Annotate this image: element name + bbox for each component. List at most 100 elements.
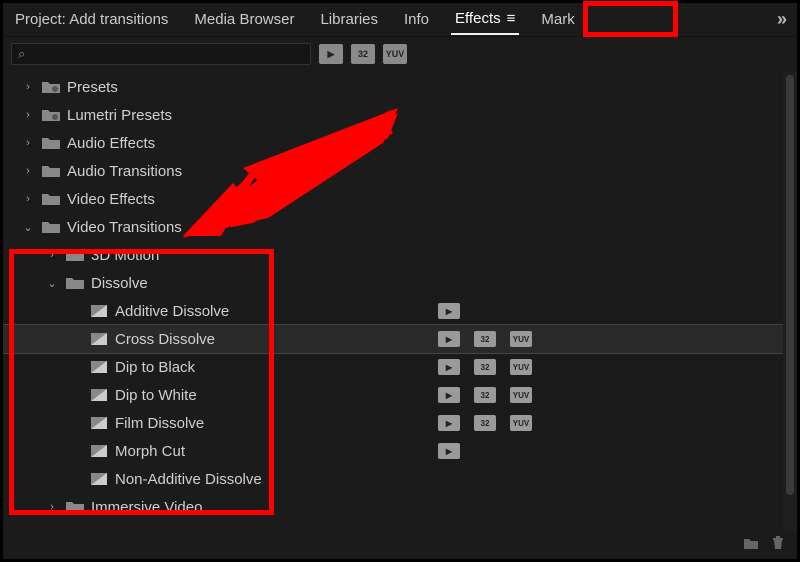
folder-icon [65,499,85,515]
tree-folder[interactable]: › Audio Effects [3,129,797,157]
effect-item[interactable]: Film Dissolve ▶ 32 YUV [3,409,797,437]
tab-project[interactable]: Project: Add transitions [11,5,172,34]
tree-folder[interactable]: › Audio Transitions [3,157,797,185]
32bit-icon[interactable]: 32 [351,44,375,64]
folder-icon [41,191,61,207]
accelerated-badge-icon: ▶ [438,415,460,431]
tabs-overflow-button[interactable]: » [773,9,789,30]
tab-info[interactable]: Info [400,5,433,34]
effect-badges: ▶ [438,303,460,319]
folder-icon [41,135,61,151]
transition-icon [89,443,109,459]
tree-folder[interactable]: › Lumetri Presets [3,101,797,129]
annotation-highlight-effects-tab [583,1,678,37]
tree-item-label: Presets [67,79,118,96]
tree-item-label: Video Transitions [67,219,182,236]
panel-tabs: Project: Add transitions Media Browser Lib… [3,3,797,37]
yuv-badge-icon: YUV [510,415,532,431]
tree-item-label: Film Dissolve [115,415,204,432]
effect-item[interactable]: Non-Additive Dissolve [3,465,797,493]
yuv-badge-icon: YUV [510,331,532,347]
chevron-right-icon[interactable]: › [21,81,35,93]
tree-item-label: Immersive Video [91,499,202,516]
tab-mark[interactable]: Mark [537,5,578,34]
effect-item[interactable]: Dip to Black ▶ 32 YUV [3,353,797,381]
scrollbar-vertical[interactable] [783,71,797,531]
yuv-icon[interactable]: YUV [383,44,407,64]
folder-icon [41,163,61,179]
effects-tree[interactable]: › Presets › Lumetri Presets › Audio Effects › A… [3,71,797,531]
tree-item-label: Morph Cut [115,443,185,460]
tree-item-label: Audio Effects [67,135,155,152]
effect-badges: ▶ 32 YUV [438,387,532,403]
32bit-badge-icon: 32 [474,331,496,347]
effect-item[interactable]: Additive Dissolve ▶ [3,297,797,325]
effect-item[interactable]: Morph Cut ▶ [3,437,797,465]
accelerated-icon[interactable]: ▶ [319,44,343,64]
tree-folder[interactable]: ⌄ Dissolve [3,269,797,297]
tree-folder[interactable]: › Video Effects [3,185,797,213]
yuv-badge-icon: YUV [510,387,532,403]
folder-icon [65,275,85,291]
preset-bin-icon [41,79,61,95]
delete-icon[interactable] [771,536,785,554]
transition-icon [89,359,109,375]
32bit-badge-icon: 32 [474,359,496,375]
tree-item-label: Dip to White [115,387,197,404]
search-input[interactable] [31,46,304,62]
search-icon: ⌕ [18,46,25,62]
chevron-right-icon[interactable]: › [21,165,35,177]
tree-item-label: 3D Motion [91,247,159,264]
tree-folder[interactable]: › Immersive Video [3,493,797,521]
32bit-badge-icon: 32 [474,387,496,403]
chevron-right-icon[interactable]: › [45,249,59,261]
effect-item[interactable]: Cross Dissolve ▶ 32 YUV [3,325,797,353]
tree-item-label: Additive Dissolve [115,303,229,320]
tree-item-label: Dip to Black [115,359,195,376]
panel-menu-icon[interactable]: ≡ [507,10,516,27]
transition-icon [89,415,109,431]
effect-item[interactable]: Dip to White ▶ 32 YUV [3,381,797,409]
new-bin-icon[interactable] [743,536,759,554]
transition-icon [89,387,109,403]
accelerated-badge-icon: ▶ [438,387,460,403]
transition-icon [89,303,109,319]
chevron-right-icon[interactable]: › [21,193,35,205]
accelerated-badge-icon: ▶ [438,359,460,375]
tree-folder[interactable]: ⌄ Video Transitions [3,213,797,241]
preset-bin-icon [41,107,61,123]
transition-icon [89,331,109,347]
tree-item-label: Dissolve [91,275,148,292]
32bit-badge-icon: 32 [474,415,496,431]
folder-icon [65,247,85,263]
accelerated-badge-icon: ▶ [438,443,460,459]
tree-folder[interactable]: › Presets [3,73,797,101]
effect-badges: ▶ [438,443,460,459]
panel-footer [3,531,797,559]
chevron-down-icon[interactable]: ⌄ [45,277,59,290]
effect-badges: ▶ 32 YUV [438,331,532,347]
chevron-right-icon[interactable]: › [21,109,35,121]
effects-toolbar: ⌕ ▶ 32 YUV [3,37,797,71]
accelerated-badge-icon: ▶ [438,303,460,319]
folder-icon [41,219,61,235]
chevron-right-icon[interactable]: › [45,501,59,513]
scrollbar-thumb[interactable] [786,75,794,495]
chevron-down-icon[interactable]: ⌄ [21,221,35,234]
accelerated-badge-icon: ▶ [438,331,460,347]
yuv-badge-icon: YUV [510,359,532,375]
filter-buttons: ▶ 32 YUV [319,44,407,64]
tab-libraries[interactable]: Libraries [316,5,382,34]
tree-folder[interactable]: › 3D Motion [3,241,797,269]
effect-badges: ▶ 32 YUV [438,359,532,375]
tab-media[interactable]: Media Browser [190,5,298,34]
tree-item-label: Video Effects [67,191,155,208]
tree-item-label: Cross Dissolve [115,331,215,348]
tree-item-label: Non-Additive Dissolve [115,471,262,488]
chevron-right-icon[interactable]: › [21,137,35,149]
effect-badges: ▶ 32 YUV [438,415,532,431]
search-box[interactable]: ⌕ [11,43,311,65]
tree-item-label: Audio Transitions [67,163,182,180]
tree-item-label: Lumetri Presets [67,107,172,124]
tab-effects[interactable]: Effects≡ [451,4,519,35]
